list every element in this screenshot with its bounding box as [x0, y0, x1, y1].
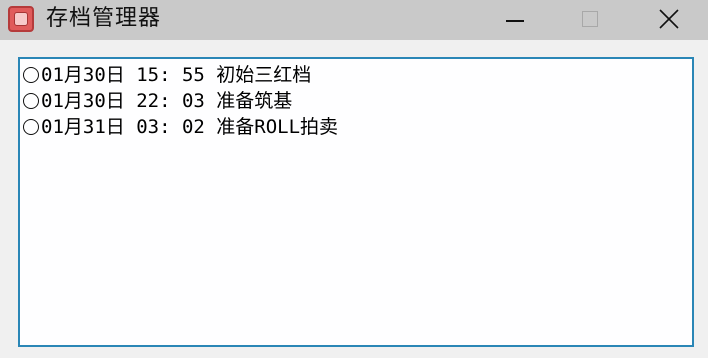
radio-button-icon[interactable] [23, 93, 39, 109]
save-item-label: 01月31日 03: 02 准备ROLL拍卖 [41, 116, 339, 138]
save-manager-window: 存档管理器 01月30日 15: 55 初始三红档 01月30日 22: 03 … [0, 0, 708, 358]
save-item[interactable]: 01月30日 15: 55 初始三红档 [23, 62, 338, 88]
maximize-button[interactable] [561, 0, 621, 40]
maximize-icon [582, 11, 598, 27]
close-icon [659, 9, 679, 29]
close-button[interactable] [640, 0, 700, 40]
save-list[interactable]: 01月30日 15: 55 初始三红档 01月30日 22: 03 准备筑基 0… [18, 57, 694, 347]
app-icon [8, 6, 34, 32]
window-title: 存档管理器 [46, 6, 162, 31]
minimize-icon [506, 20, 524, 22]
minimize-button[interactable] [484, 0, 544, 40]
save-item[interactable]: 01月31日 03: 02 准备ROLL拍卖 [23, 114, 338, 140]
title-bar[interactable]: 存档管理器 [0, 0, 708, 40]
app-icon-inner [14, 12, 28, 26]
save-item-label: 01月30日 15: 55 初始三红档 [41, 64, 312, 86]
save-item[interactable]: 01月30日 22: 03 准备筑基 [23, 88, 338, 114]
radio-button-icon[interactable] [23, 119, 39, 135]
save-item-label: 01月30日 22: 03 准备筑基 [41, 90, 293, 112]
save-list-rows: 01月30日 15: 55 初始三红档 01月30日 22: 03 准备筑基 0… [23, 62, 338, 140]
radio-button-icon[interactable] [23, 67, 39, 83]
